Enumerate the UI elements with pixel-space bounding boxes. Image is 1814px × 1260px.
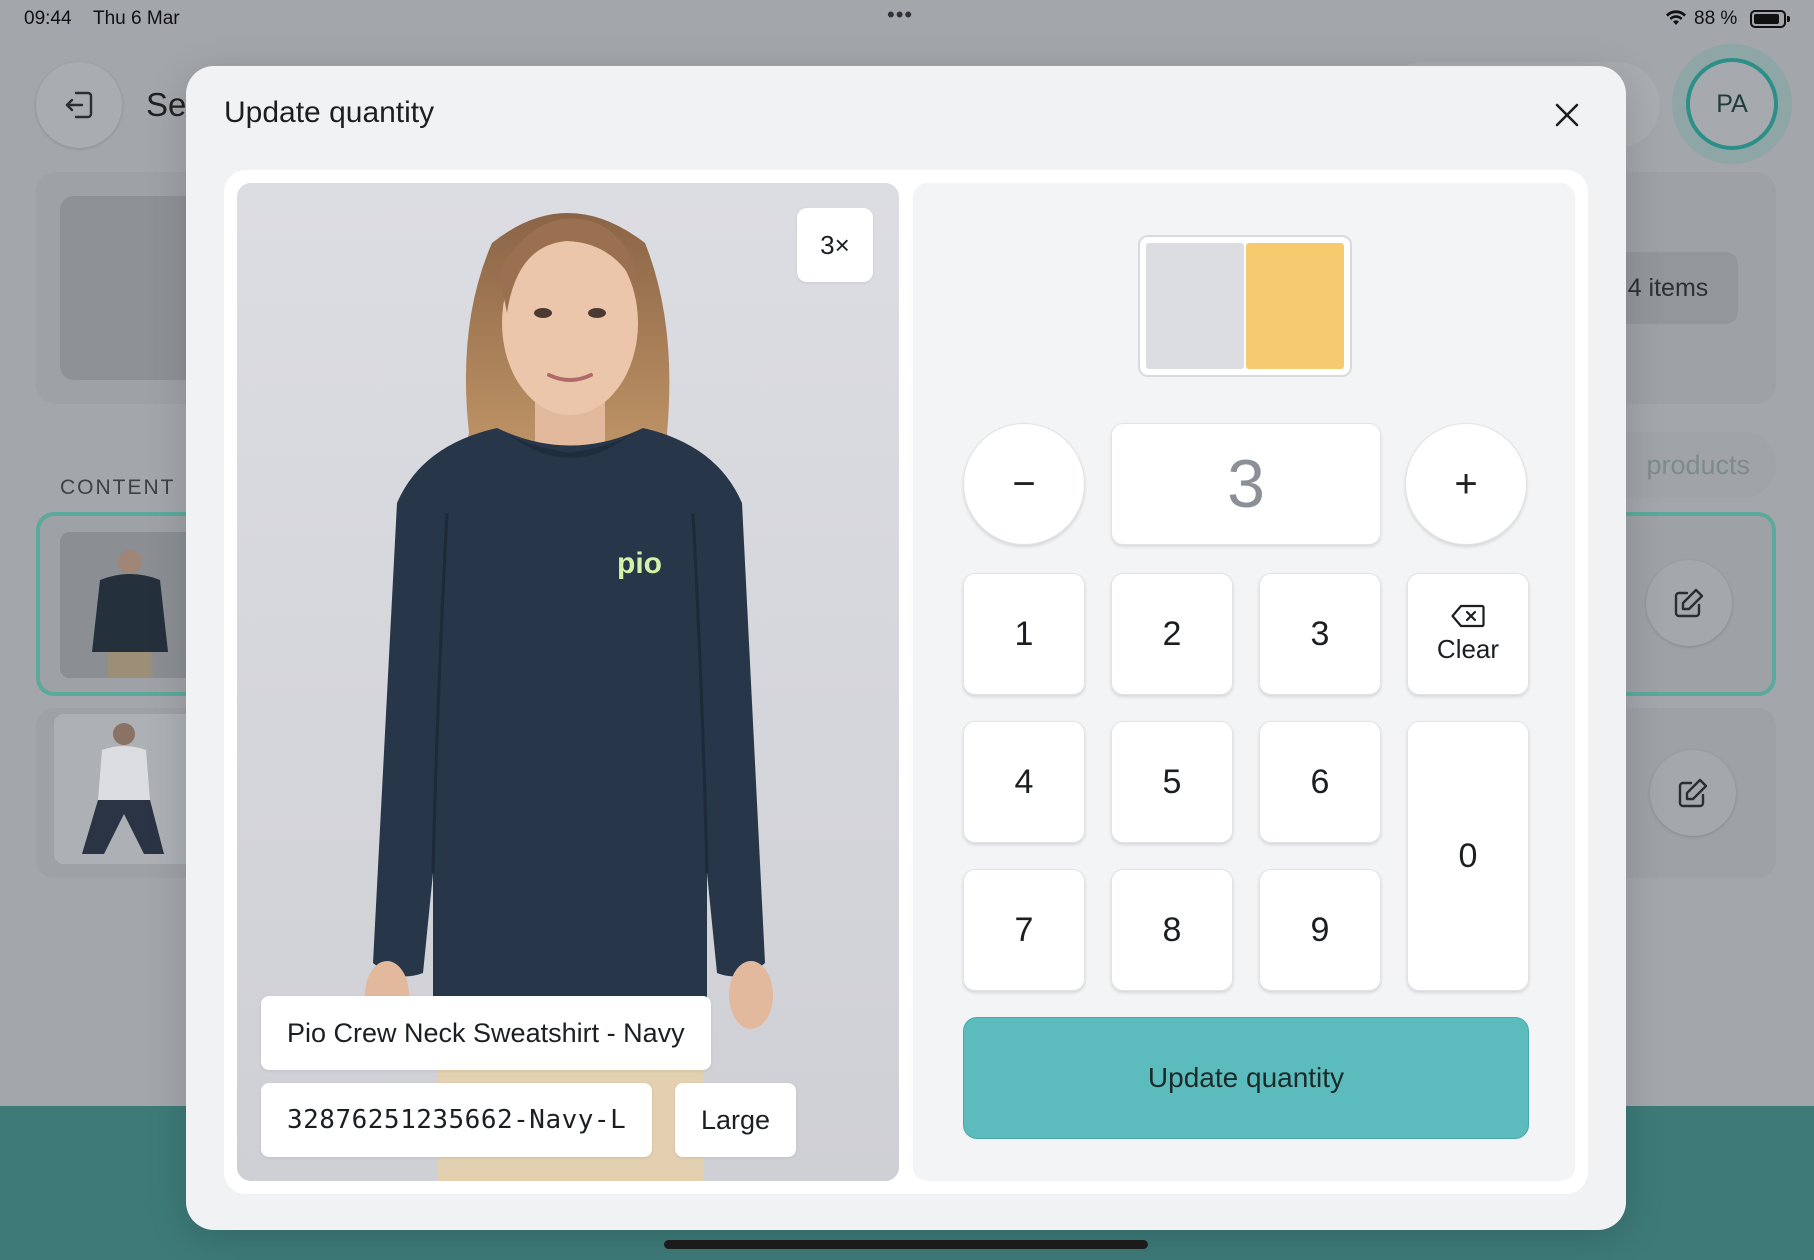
exit-icon — [65, 91, 93, 119]
shelf-slot-active — [1246, 243, 1344, 369]
edit-icon — [1678, 778, 1708, 808]
edit-button — [1646, 560, 1732, 646]
exit-button — [36, 62, 122, 148]
increment-button[interactable]: + — [1405, 423, 1527, 545]
edit-icon — [1674, 588, 1704, 618]
quantity-display: 3 — [1111, 423, 1381, 545]
product-name: Pio Crew Neck Sweatshirt - Navy — [261, 996, 711, 1070]
key-2[interactable]: 2 — [1111, 573, 1233, 695]
status-time: 09:44 — [24, 8, 72, 29]
bin-location-indicator — [1138, 235, 1352, 377]
product-panel: pio 3× Pio Crew Neck Sweatshirt - Navy 3… — [237, 183, 899, 1181]
keypad-panel: − 3 + 1 2 3 Clear 4 5 6 0 7 8 9 Update q… — [913, 183, 1575, 1181]
key-3[interactable]: 3 — [1259, 573, 1381, 695]
update-quantity-modal: Update quantity pio 3× Pio Crew Neck Swe… — [186, 66, 1626, 1230]
edit-button — [1650, 750, 1736, 836]
wifi-icon — [1666, 10, 1686, 25]
key-7[interactable]: 7 — [963, 869, 1085, 991]
product-sku: 32876251235662-Navy-L — [261, 1083, 653, 1157]
clear-label: Clear — [1436, 633, 1500, 664]
products-button-label: products — [1646, 449, 1750, 480]
list-item-thumbnail — [60, 532, 200, 678]
minus-icon: − — [1012, 461, 1036, 506]
key-5[interactable]: 5 — [1111, 721, 1233, 843]
list-item-thumbnail — [54, 714, 194, 864]
clear-button[interactable]: Clear — [1407, 573, 1529, 695]
page-title: Se — [146, 86, 187, 123]
key-0[interactable]: 0 — [1407, 721, 1529, 991]
update-quantity-button[interactable]: Update quantity — [963, 1017, 1529, 1139]
multitasking-dots-icon[interactable]: ••• — [887, 2, 913, 28]
product-logo: pio — [617, 547, 662, 580]
decrement-button[interactable]: − — [963, 423, 1085, 545]
status-date: Thu 6 Mar — [93, 8, 180, 29]
status-bar: 09:44 Thu 6 Mar ••• 88 % — [0, 0, 1814, 36]
plus-icon: + — [1454, 461, 1478, 506]
backspace-icon — [1451, 604, 1485, 627]
battery-icon — [1750, 10, 1790, 28]
key-4[interactable]: 4 — [963, 721, 1085, 843]
shelf-slot — [1146, 243, 1244, 369]
avatar-initials: PA — [1686, 58, 1778, 150]
section-label: CONTENT — [60, 476, 176, 499]
quantity-badge: 3× — [797, 208, 873, 282]
close-button[interactable] — [1540, 88, 1594, 142]
key-9[interactable]: 9 — [1259, 869, 1381, 991]
home-indicator[interactable] — [664, 1240, 1148, 1249]
product-size: Large — [675, 1083, 797, 1157]
modal-title: Update quantity — [224, 96, 435, 129]
key-1[interactable]: 1 — [963, 573, 1085, 695]
close-icon — [1555, 103, 1579, 127]
key-8[interactable]: 8 — [1111, 869, 1233, 991]
battery-percent: 88 % — [1694, 8, 1738, 29]
key-6[interactable]: 6 — [1259, 721, 1381, 843]
modal-body: pio 3× Pio Crew Neck Sweatshirt - Navy 3… — [224, 170, 1588, 1194]
avatar: PA — [1672, 44, 1792, 164]
